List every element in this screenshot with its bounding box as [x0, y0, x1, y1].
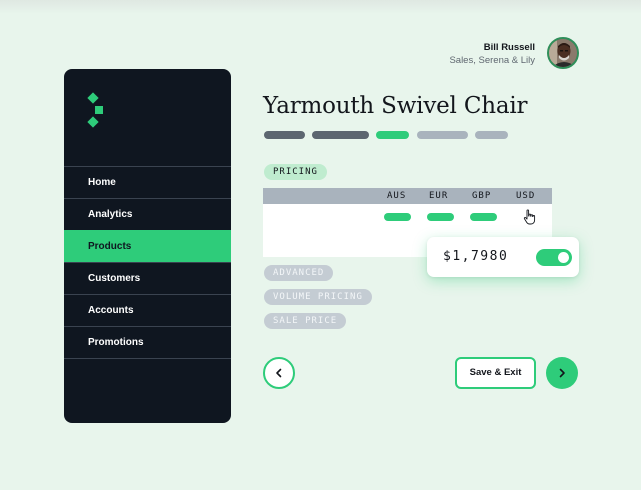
- sidebar-item-label: Customers: [88, 273, 141, 284]
- sidebar-item-analytics[interactable]: Analytics: [64, 198, 231, 230]
- chevron-left-icon: [276, 368, 282, 378]
- progress-step: [264, 131, 305, 139]
- price-cell-aus[interactable]: [384, 213, 411, 221]
- price-popover: $1,7980: [427, 237, 579, 277]
- price-value: $1,7980: [443, 249, 509, 264]
- section-advanced[interactable]: ADVANCED: [264, 265, 334, 281]
- user-info: Bill Russell Sales, Serena & Lily: [449, 41, 535, 67]
- tab-pricing[interactable]: PRICING: [264, 164, 327, 180]
- back-button[interactable]: [263, 357, 295, 389]
- progress-step-current: [376, 131, 409, 139]
- sidebar-item-customers[interactable]: Customers: [64, 262, 231, 294]
- progress-step: [475, 131, 508, 139]
- chevron-right-icon: [559, 368, 565, 378]
- sidebar-item-label: Promotions: [88, 337, 144, 348]
- next-button[interactable]: [546, 357, 578, 389]
- sidebar-divider: [64, 358, 231, 359]
- section-sale-price[interactable]: SALE PRICE: [264, 313, 347, 329]
- page-title: Yarmouth Swivel Chair: [263, 93, 528, 119]
- column-header-eur: EUR: [429, 191, 449, 201]
- sidebar-item-home[interactable]: Home: [64, 166, 231, 198]
- sidebar-item-label: Analytics: [88, 209, 133, 220]
- avatar[interactable]: [547, 37, 579, 69]
- price-cell-gbp[interactable]: [470, 213, 497, 221]
- sidebar: Home Analytics Products Customers Accoun…: [64, 69, 231, 423]
- column-header-usd: USD: [516, 191, 536, 201]
- sidebar-item-products[interactable]: Products: [64, 230, 231, 262]
- progress-step: [312, 131, 369, 139]
- sidebar-item-label: Accounts: [88, 305, 134, 316]
- user-name: Bill Russell: [483, 42, 535, 53]
- price-toggle[interactable]: [536, 249, 572, 266]
- sidebar-item-accounts[interactable]: Accounts: [64, 294, 231, 326]
- sidebar-item-label: Home: [88, 177, 116, 188]
- save-exit-button[interactable]: Save & Exit: [455, 357, 536, 389]
- hand-pointer-icon: [523, 209, 536, 225]
- sidebar-item-promotions[interactable]: Promotions: [64, 326, 231, 358]
- section-volume-pricing[interactable]: VOLUME PRICING: [264, 289, 372, 305]
- price-cell-eur[interactable]: [427, 213, 454, 221]
- top-shadow: [0, 0, 641, 14]
- user-organization: Sales, Serena & Lily: [449, 55, 535, 66]
- pricing-table-header: AUS EUR GBP USD: [263, 188, 552, 204]
- progress-step: [417, 131, 468, 139]
- sidebar-item-label: Products: [88, 241, 132, 252]
- toggle-knob: [558, 252, 569, 263]
- brand-logo: [87, 92, 103, 128]
- avatar-photo: [549, 39, 577, 67]
- column-header-aus: AUS: [387, 191, 407, 201]
- column-header-gbp: GBP: [472, 191, 492, 201]
